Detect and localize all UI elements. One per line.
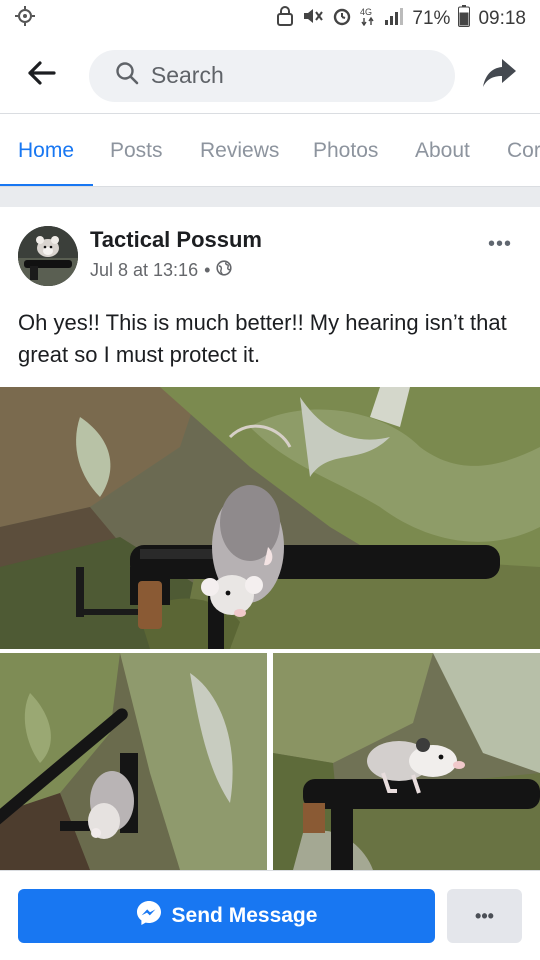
clock: 09:18 [478,8,526,29]
search-icon [115,61,139,91]
post-date[interactable]: Jul 8 at 13:16 [90,260,198,281]
alarm-icon [332,6,352,32]
share-icon [482,57,518,94]
tab-home[interactable]: Home [18,139,74,163]
tab-about[interactable]: About [415,139,470,163]
tab-posts[interactable]: Posts [110,139,163,163]
battery-percent: 71% [412,8,451,29]
top-navigation-bar: Search [0,38,540,113]
globe-icon [216,260,233,281]
lock-icon [276,6,294,32]
send-message-button[interactable]: Send Message [18,889,435,943]
mute-icon [302,6,324,32]
post-photo-secondary-left[interactable] [0,653,267,870]
svg-text:4G: 4G [360,7,372,17]
facebook-page-screen: 4G 71% 09:18 Search Home Posts Reviews P… [0,0,540,960]
battery-icon [458,5,471,33]
send-message-label: Send Message [171,904,318,927]
status-bar: 4G 71% 09:18 [0,0,540,38]
search-field[interactable]: Search [88,49,456,102]
tab-community[interactable]: Cor [507,139,540,163]
page-tabs: Home Posts Reviews Photos About Cor [0,113,540,187]
post-author[interactable]: Tactical Possum [90,227,262,253]
4g-icon: 4G [360,6,376,32]
post-text: Oh yes!! This is much better!! My hearin… [18,310,507,367]
avatar[interactable] [18,226,78,286]
settings-cog-icon [14,5,36,33]
post-meta: Jul 8 at 13:16 • [90,260,233,281]
active-tab-indicator [0,184,93,186]
share-button[interactable] [477,53,522,99]
search-placeholder: Search [150,62,224,88]
post-card: Tactical Possum Jul 8 at 13:16 • ••• Oh … [0,207,540,870]
tab-photos[interactable]: Photos [313,139,378,163]
meta-separator: • [204,260,211,280]
messenger-icon [136,900,162,932]
signal-icon [384,6,404,32]
more-actions-button[interactable]: ••• [447,889,522,943]
post-photo-secondary-right[interactable] [273,653,540,870]
post-photo-main[interactable] [0,387,540,649]
bottom-action-bar: Send Message ••• [0,870,540,960]
post-options-button[interactable]: ••• [488,233,512,256]
back-arrow-icon [28,61,57,90]
back-button[interactable] [18,51,67,101]
tab-reviews[interactable]: Reviews [200,139,279,163]
